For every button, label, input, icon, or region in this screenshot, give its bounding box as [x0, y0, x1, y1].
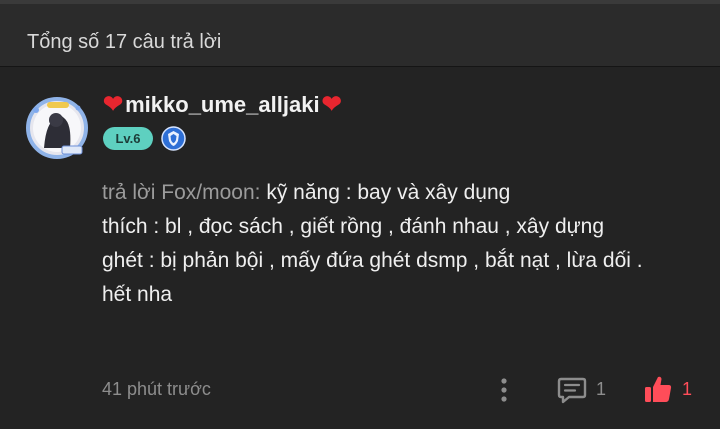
- thumbs-up-icon[interactable]: [643, 374, 673, 404]
- reply-text: trả lời Fox/moon: kỹ năng : bay và xây d…: [102, 176, 692, 312]
- username-text: mikko_ume_alljaki: [125, 92, 320, 117]
- answers-header: Tổng số 17 câu trả lời: [0, 4, 720, 67]
- reply-line: ghét : bị phản bội , mấy đứa ghét dsmp ,…: [102, 249, 643, 272]
- shield-badge-icon: [161, 126, 186, 151]
- more-vertical-icon[interactable]: [496, 376, 512, 404]
- heart-icon: ❤: [103, 91, 124, 118]
- username[interactable]: ❤ mikko_ume_alljaki ❤: [103, 92, 342, 118]
- reply-to-label[interactable]: trả lời Fox/moon:: [102, 181, 260, 204]
- answers-count-title: Tổng số 17 câu trả lời: [27, 31, 222, 53]
- comment-icon[interactable]: [556, 374, 588, 406]
- avatar[interactable]: [22, 94, 92, 160]
- timestamp: 41 phút trước: [102, 379, 211, 399]
- reply-line: trả lời Fox/moon: kỹ năng : bay và xây d…: [102, 181, 511, 204]
- reply-line: thích : bl , đọc sách , giết rồng , đánh…: [102, 215, 605, 238]
- reply-line: hết nha: [102, 283, 173, 306]
- heart-icon: ❤: [321, 91, 342, 118]
- level-badge: Lv.6: [103, 127, 153, 150]
- comment-count: 1: [596, 379, 607, 399]
- like-count: 1: [682, 379, 693, 399]
